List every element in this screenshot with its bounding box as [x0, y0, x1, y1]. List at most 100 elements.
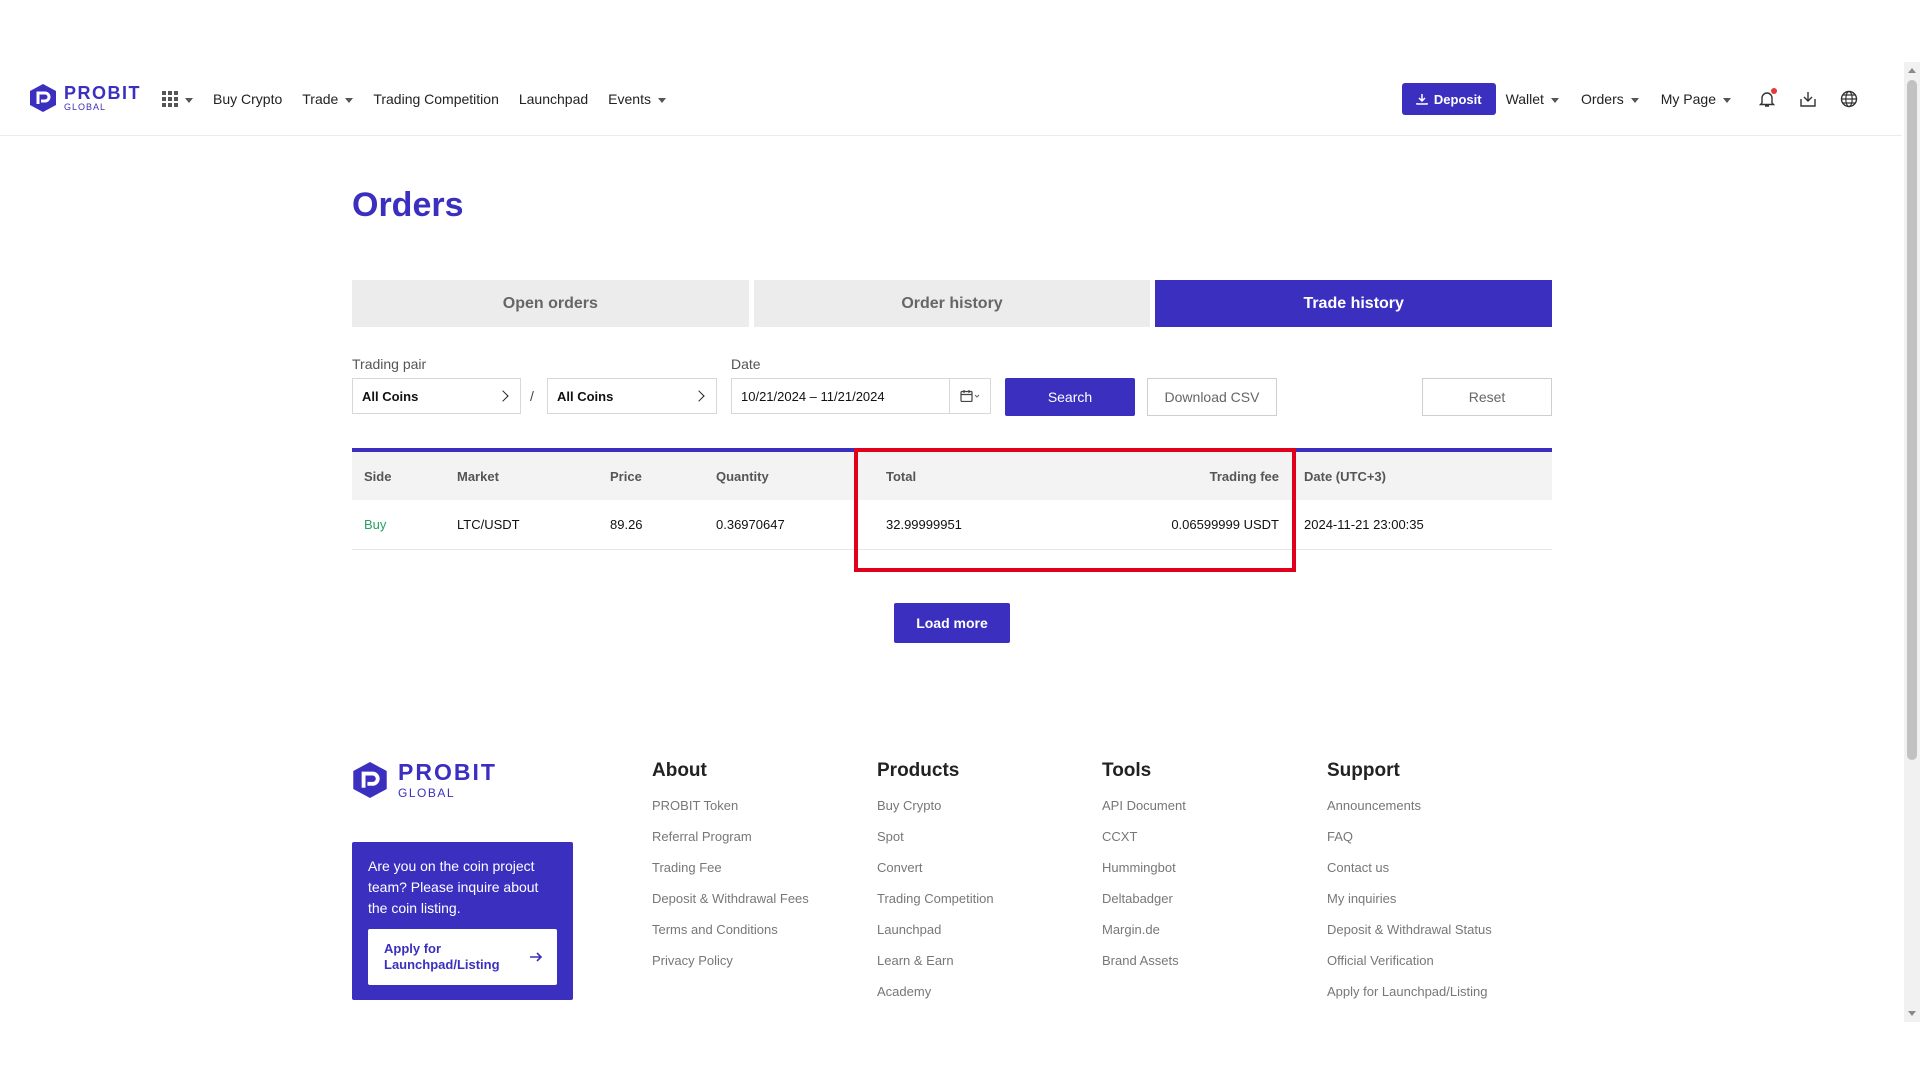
chevron-down-icon [1630, 97, 1639, 103]
highlight-box [854, 448, 1296, 572]
footer-logo-text-sub: GLOBAL [398, 785, 456, 800]
footer-column-about: About PROBIT Token Referral Program Trad… [652, 760, 809, 984]
footer-link[interactable]: Deposit & Withdrawal Fees [652, 891, 809, 922]
order-tabs: Open orders Order history Trade history [352, 280, 1553, 327]
footer-link[interactable]: API Document [1102, 798, 1186, 829]
nav-label: Wallet [1505, 91, 1544, 107]
calendar-icon [960, 390, 980, 402]
base-coin-value: All Coins [362, 388, 419, 404]
nav-wallet[interactable]: Wallet [1506, 91, 1559, 107]
footer-link[interactable]: Learn & Earn [877, 953, 994, 984]
nav-launchpad[interactable]: Launchpad [519, 91, 588, 107]
right-nav: Deposit Wallet Orders My Page [1401, 62, 1860, 136]
download-csv-button[interactable]: Download CSV [1147, 378, 1277, 416]
filter-bar: Trading pair All Coins / All Coins Date … [352, 356, 1552, 420]
nav-label: Buy Crypto [213, 91, 283, 107]
chevron-down-icon [1723, 97, 1731, 103]
nav-my-page[interactable]: My Page [1661, 91, 1731, 107]
listing-promo-card: Are you on the coin project team? Please… [352, 842, 573, 1000]
chevron-right-icon [693, 390, 705, 402]
footer-link[interactable]: CCXT [1102, 829, 1186, 860]
footer-link[interactable]: My inquiries [1327, 891, 1492, 922]
quote-coin-select[interactable]: All Coins [547, 378, 717, 414]
nav-events[interactable]: Events [608, 91, 666, 107]
date-range-picker[interactable]: 10/21/2024 – 11/21/2024 [731, 378, 991, 414]
footer-link[interactable]: Brand Assets [1102, 953, 1186, 984]
globe-icon [1840, 90, 1858, 108]
footer-column-title: About [652, 760, 707, 781]
apps-menu-button[interactable] [162, 91, 193, 107]
footer-link[interactable]: Trading Fee [652, 860, 809, 891]
scroll-thumb[interactable] [1907, 80, 1917, 760]
footer-link[interactable]: FAQ [1327, 829, 1492, 860]
footer-link[interactable]: Contact us [1327, 860, 1492, 891]
footer-link[interactable]: Buy Crypto [877, 798, 994, 829]
footer-logo[interactable]: PROBIT GLOBAL [352, 760, 497, 800]
column-header-side: Side [364, 468, 392, 484]
scroll-down-arrow-icon[interactable] [1908, 1011, 1916, 1016]
app-download-button[interactable] [1797, 88, 1819, 110]
cell-quantity: 0.36970647 [716, 517, 785, 532]
trading-pair-label: Trading pair [352, 356, 427, 372]
cell-market: LTC/USDT [457, 517, 520, 532]
calendar-button[interactable] [950, 390, 990, 402]
chevron-down-icon [1550, 97, 1559, 103]
nav-label: Launchpad [518, 91, 589, 107]
column-header-price: Price [610, 468, 642, 484]
notifications-button[interactable] [1756, 88, 1778, 110]
chevron-down-icon [657, 97, 666, 103]
footer-link[interactable]: Official Verification [1327, 953, 1492, 984]
footer-link[interactable]: Announcements [1327, 798, 1492, 829]
column-header-date: Date (UTC+3) [1304, 468, 1386, 484]
load-more-button[interactable]: Load more [894, 603, 1010, 643]
tab-order-history[interactable]: Order history [753, 280, 1151, 327]
chevron-down-icon [345, 97, 354, 103]
nav-orders[interactable]: Orders [1581, 91, 1639, 107]
tab-open-orders[interactable]: Open orders [352, 280, 749, 327]
column-header-market: Market [457, 468, 499, 484]
top-header: PROBIT GLOBAL Buy Crypto Trade Trading C… [0, 62, 1902, 136]
date-label: Date [731, 356, 761, 372]
nav-label: Trade [302, 91, 339, 107]
base-coin-select[interactable]: All Coins [352, 378, 521, 414]
apply-listing-button[interactable]: Apply for Launchpad/Listing [368, 929, 557, 985]
footer-link[interactable]: Trading Competition [877, 891, 994, 922]
column-header-quantity: Quantity [716, 468, 769, 484]
nav-trading-competition[interactable]: Trading Competition [373, 91, 499, 107]
probit-logo[interactable]: PROBIT GLOBAL [29, 83, 141, 113]
footer-link[interactable]: Convert [877, 860, 994, 891]
chevron-right-icon [497, 390, 509, 402]
nav-buy-crypto[interactable]: Buy Crypto [213, 91, 282, 107]
footer-link[interactable]: PROBIT Token [652, 798, 809, 829]
footer-link[interactable]: Referral Program [652, 829, 809, 860]
footer-logo-text-main: PROBIT [398, 758, 497, 785]
deposit-button[interactable]: Deposit [1401, 83, 1496, 115]
footer-link[interactable]: Terms and Conditions [652, 922, 809, 953]
footer-link[interactable]: Hummingbot [1102, 860, 1186, 891]
footer-link[interactable]: Apply for Launchpad/Listing [1327, 984, 1492, 1015]
page-scrollbar[interactable] [1904, 62, 1920, 1022]
arrow-right-icon [530, 952, 543, 962]
footer-link[interactable]: Spot [877, 829, 994, 860]
footer-column-tools: Tools API Document CCXT Hummingbot Delta… [1102, 760, 1186, 984]
apps-grid-icon [162, 91, 178, 107]
scroll-up-arrow-icon[interactable] [1908, 68, 1916, 73]
footer-link[interactable]: Deltabadger [1102, 891, 1186, 922]
search-button[interactable]: Search [1005, 378, 1135, 416]
footer-link[interactable]: Academy [877, 984, 994, 1015]
page-title: Orders [352, 186, 464, 224]
footer-link[interactable]: Privacy Policy [652, 953, 809, 984]
footer-link[interactable]: Launchpad [877, 922, 994, 953]
footer-link[interactable]: Deposit & Withdrawal Status [1327, 922, 1492, 953]
deposit-label: Deposit [1433, 91, 1482, 107]
footer-column-title: Products [877, 760, 960, 781]
cell-side: Buy [364, 517, 387, 532]
nav-trade[interactable]: Trade [302, 91, 354, 107]
nav-label: Events [608, 91, 651, 107]
language-button[interactable] [1838, 88, 1860, 110]
tab-trade-history[interactable]: Trade history [1155, 280, 1553, 327]
reset-button[interactable]: Reset [1422, 378, 1552, 416]
footer-link[interactable]: Margin.de [1102, 922, 1186, 953]
nav-label: My Page [1660, 91, 1716, 107]
logo-text-sub: GLOBAL [64, 102, 107, 112]
